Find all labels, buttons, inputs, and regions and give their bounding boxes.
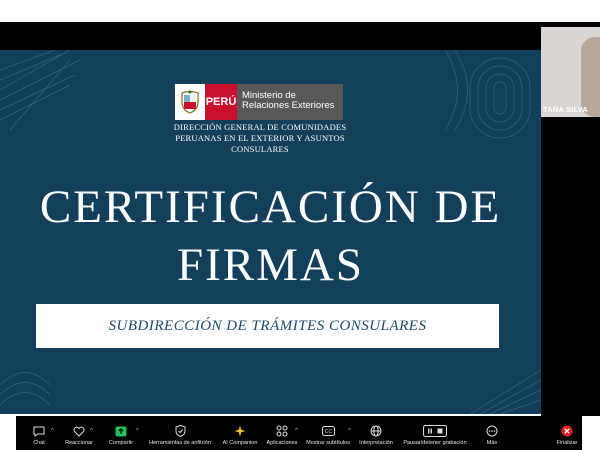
apps-label: Aplicaciones [266, 440, 298, 446]
share-label: Compartir [108, 440, 134, 446]
subtitle-box: SUBDIRECCIÓN DE TRÁMITES CONSULARES [36, 304, 499, 348]
ministry-logo: PERÚ Ministerio de Relaciones Exteriores [175, 84, 343, 120]
sparkle-icon [233, 425, 247, 437]
interpretation-label: Interpretación [359, 440, 393, 446]
share-caret-icon[interactable]: ^ [136, 428, 139, 434]
more-button[interactable]: Más [482, 416, 502, 450]
more-label: Más [486, 440, 498, 446]
ministry-name: Ministerio de Relaciones Exteriores [237, 84, 343, 120]
more-icon [485, 425, 499, 437]
organization-name: DIRECCIÓN GENERAL DE COMUNIDADES PERUANA… [150, 122, 370, 155]
meeting-toolbar: Chat ^ Reaccionar ^ Compartir ^ Herramie… [16, 416, 582, 450]
participant-video[interactable] [541, 27, 600, 117]
host-tools-label: Herramientas de anfitrión [149, 440, 211, 446]
svg-text:CC: CC [324, 429, 332, 435]
chat-label: Chat [33, 440, 45, 446]
slide-title-line-2: FIRMAS [176, 239, 364, 291]
end-label: Finalizar [556, 440, 578, 446]
meeting-top-bar [0, 22, 600, 50]
slide-subtitle: SUBDIRECCIÓN DE TRÁMITES CONSULARES [108, 317, 427, 334]
interpretation-button[interactable]: Interpretación [358, 416, 394, 450]
apps-button[interactable]: Aplicaciones [266, 416, 298, 450]
ministry-line-2: Relaciones Exteriores [242, 100, 335, 111]
globe-icon [369, 425, 383, 437]
captions-caret-icon[interactable]: ^ [348, 428, 351, 434]
shared-slide: PERÚ Ministerio de Relaciones Exteriores… [0, 50, 541, 414]
captions-button[interactable]: CC Mostrar subtítulos [306, 416, 350, 450]
closed-captions-icon: CC [321, 425, 335, 437]
ai-companion-button[interactable]: AI Companion [220, 416, 260, 450]
chat-caret-icon[interactable]: ^ [51, 428, 54, 434]
reactions-caret-icon[interactable]: ^ [90, 428, 93, 434]
pause-stop-icon [423, 425, 447, 437]
apps-icon [275, 425, 289, 437]
slide-title-line-1: CERTIFICACIÓN DE [39, 181, 502, 233]
end-button[interactable]: Finalizar [554, 416, 580, 450]
org-line-2: PERUANAS EN EL EXTERIOR Y ASUNTOS [175, 133, 345, 143]
share-screen-icon [114, 425, 128, 437]
peru-coat-of-arms-icon [175, 84, 205, 120]
chat-button[interactable]: Chat [26, 416, 52, 450]
end-meeting-icon [560, 425, 574, 437]
apps-caret-icon[interactable]: ^ [295, 428, 298, 434]
participant-name: TAÑA SILVA [543, 105, 589, 114]
pause-recording-button[interactable]: Pausar/detener grabación [400, 416, 470, 450]
shield-icon [173, 425, 187, 437]
chat-icon [32, 425, 46, 437]
captions-label: Mostrar subtítulos [306, 440, 350, 446]
org-line-1: DIRECCIÓN GENERAL DE COMUNIDADES [173, 122, 347, 132]
org-line-3: CONSULARES [231, 144, 289, 154]
share-button[interactable]: Compartir [106, 416, 136, 450]
peru-label: PERÚ [205, 84, 237, 120]
ai-companion-label: AI Companion [222, 440, 258, 446]
pause-recording-label: Pausar/detener grabación [403, 440, 467, 446]
heart-icon [72, 425, 86, 437]
reactions-label: Reaccionar [65, 440, 93, 446]
host-tools-button[interactable]: Herramientas de anfitrión [146, 416, 214, 450]
